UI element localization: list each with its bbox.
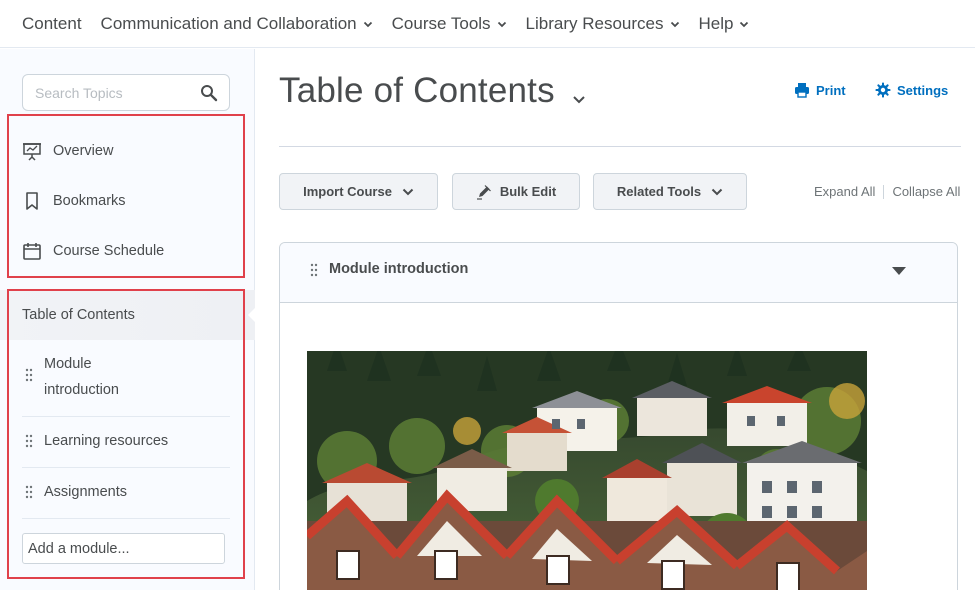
sidebar-item-table-of-contents[interactable]: Table of Contents <box>0 290 256 340</box>
chevron-down-icon <box>670 21 679 27</box>
add-module-input[interactable]: Add a module... <box>22 533 225 564</box>
nav-library-resources[interactable]: Library Resources <box>526 14 680 34</box>
course-schedule-label: Course Schedule <box>53 243 165 259</box>
nav-course-tools-label: Course Tools <box>391 13 491 33</box>
chevron-down-icon <box>363 21 372 27</box>
collapse-all-link[interactable]: Collapse All <box>892 184 960 199</box>
search-input[interactable] <box>35 84 195 101</box>
search-box <box>22 74 230 111</box>
page-title: Table of Contents <box>279 71 555 110</box>
module-image <box>307 351 867 590</box>
settings-label: Settings <box>897 82 949 98</box>
overview-label: Overview <box>53 143 114 159</box>
main-content: Table of Contents Print Settings Import … <box>256 49 975 590</box>
print-label: Print <box>816 82 846 98</box>
sidebar-module-item[interactable]: Module introduction <box>22 341 230 417</box>
presentation-icon <box>23 143 41 161</box>
title-divider <box>279 146 961 147</box>
module-label-line1: Module <box>44 356 92 372</box>
sidebar: Overview Bookmarks Course Schedule Table… <box>0 49 256 590</box>
caret-down-icon[interactable] <box>891 266 907 276</box>
module-label: Learning resources <box>44 433 169 449</box>
expand-all-link[interactable]: Expand All <box>814 184 875 199</box>
search-icon[interactable] <box>200 84 218 102</box>
drag-handle-icon[interactable] <box>25 368 33 382</box>
nav-help[interactable]: Help <box>699 14 750 34</box>
bookmark-icon <box>26 192 38 210</box>
bulk-edit-button[interactable]: Bulk Edit <box>452 173 580 210</box>
nav-content-label: Content <box>22 13 82 33</box>
related-tools-button[interactable]: Related Tools <box>593 173 747 210</box>
chevron-down-icon <box>402 188 414 195</box>
toc-label: Table of Contents <box>22 307 135 323</box>
chevron-down-icon <box>740 21 749 27</box>
nav-communication-collaboration[interactable]: Communication and Collaboration <box>101 14 373 34</box>
sidebar-module-item[interactable]: Assignments <box>22 468 230 519</box>
chevron-down-icon <box>497 21 506 27</box>
top-navigation: Content Communication and Collaboration … <box>0 0 975 48</box>
expand-collapse-links: Expand All Collapse All <box>814 184 960 199</box>
sidebar-module-item[interactable]: Learning resources <box>22 417 230 468</box>
nav-communication-label: Communication and Collaboration <box>100 13 357 33</box>
nav-course-tools[interactable]: Course Tools <box>392 14 507 34</box>
import-course-label: Import Course <box>303 184 392 199</box>
module-card: Module introduction <box>279 242 958 590</box>
drag-handle-icon[interactable] <box>310 263 318 277</box>
print-button[interactable]: Print <box>794 82 846 98</box>
import-course-button[interactable]: Import Course <box>279 173 438 210</box>
module-label-line2: introduction <box>44 382 119 398</box>
chevron-down-icon <box>711 188 723 195</box>
bookmarks-label: Bookmarks <box>53 193 126 209</box>
sidebar-link-course-schedule[interactable]: Course Schedule <box>22 241 164 261</box>
module-card-header[interactable]: Module introduction <box>280 243 957 303</box>
sidebar-link-overview[interactable]: Overview <box>22 141 113 161</box>
nav-help-label: Help <box>698 13 734 33</box>
printer-icon <box>795 83 809 98</box>
gear-icon <box>875 82 891 98</box>
nav-content[interactable]: Content <box>22 14 82 34</box>
nav-library-label: Library Resources <box>525 13 664 33</box>
sidebar-link-bookmarks[interactable]: Bookmarks <box>22 191 126 211</box>
drag-handle-icon[interactable] <box>25 485 33 499</box>
module-label: Assignments <box>44 484 128 500</box>
module-card-title: Module introduction <box>329 261 469 277</box>
link-separator <box>883 184 885 199</box>
chevron-down-icon[interactable] <box>572 95 586 105</box>
add-module-label: Add a module... <box>28 540 130 557</box>
bulk-edit-label: Bulk Edit <box>499 184 557 199</box>
settings-button[interactable]: Settings <box>875 82 948 98</box>
drag-handle-icon[interactable] <box>25 434 33 448</box>
calendar-icon <box>23 243 41 260</box>
related-tools-label: Related Tools <box>616 184 702 199</box>
pencil-icon <box>476 184 491 200</box>
